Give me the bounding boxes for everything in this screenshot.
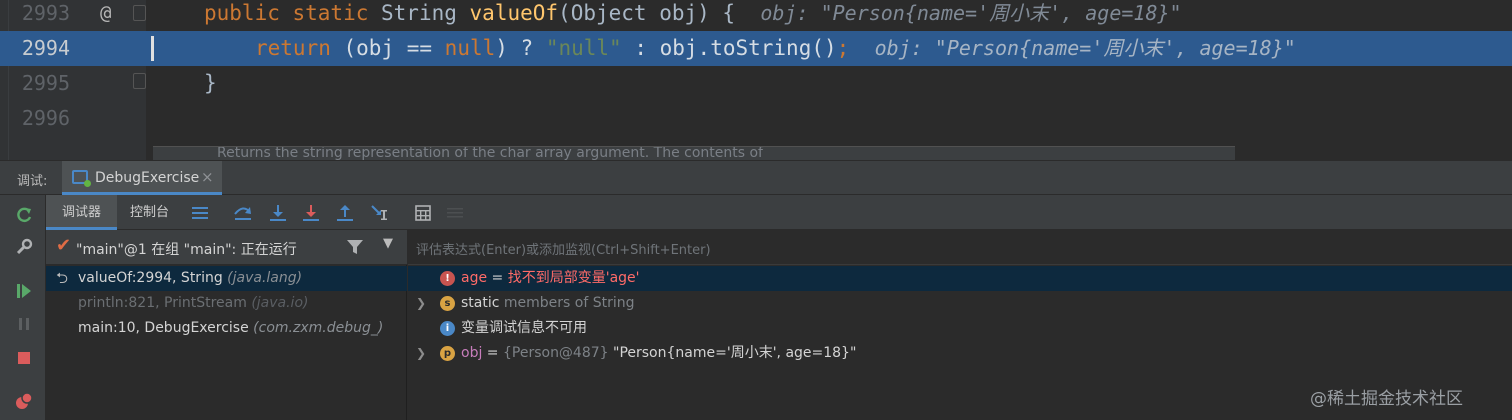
code-text: } bbox=[204, 71, 217, 95]
tab-debug-exercise[interactable]: DebugExercise × bbox=[62, 161, 222, 195]
doc-tooltip: Returns the string representation of the… bbox=[153, 146, 1235, 160]
variable-row-info: i 变量调试信息不可用 bbox=[408, 316, 1512, 341]
expand-arrow-icon[interactable]: ❯ bbox=[416, 341, 426, 366]
variable-row-static[interactable]: ❯ s static members of String bbox=[408, 291, 1512, 316]
code-line-2993[interactable]: 2993 @ public static String valueOf(Obje… bbox=[0, 0, 1512, 31]
fold-end-icon[interactable] bbox=[133, 73, 146, 89]
info-icon: i bbox=[440, 321, 455, 336]
menu-lines-icon[interactable] bbox=[189, 202, 211, 224]
resume-icon[interactable] bbox=[13, 280, 35, 302]
force-step-into-icon[interactable] bbox=[300, 202, 322, 224]
line-number: 2995 bbox=[21, 71, 70, 95]
code-line-2996[interactable]: 2996 bbox=[0, 101, 1512, 136]
line-number: 2993 bbox=[21, 1, 70, 25]
text-caret bbox=[151, 36, 154, 61]
evaluate-expression-icon[interactable] bbox=[412, 202, 434, 224]
tab-debugger[interactable]: 调试器 bbox=[46, 195, 118, 230]
evaluate-expression-input[interactable]: 评估表达式(Enter)或添加监视(Ctrl+Shift+Enter) bbox=[408, 230, 1512, 265]
chevron-down-icon[interactable]: ▼ bbox=[383, 236, 393, 251]
debug-label: 调试: bbox=[17, 174, 48, 189]
step-over-icon[interactable] bbox=[232, 202, 254, 224]
trace-lines-icon[interactable] bbox=[444, 202, 466, 224]
fold-icon[interactable] bbox=[133, 5, 146, 21]
check-icon: ✔ bbox=[56, 235, 72, 256]
frames-panel: ✔ "main"@1 在组 "main": 正在运行 ▼ ⮌ valueOf:2… bbox=[46, 230, 407, 420]
stack-frame[interactable]: ⮌ valueOf:2994, String (java.lang) bbox=[46, 266, 407, 291]
view-breakpoints-icon[interactable] bbox=[13, 390, 35, 412]
override-marker-icon[interactable]: @ bbox=[100, 0, 111, 31]
static-icon: s bbox=[440, 296, 455, 311]
stack-frame[interactable]: println:821, PrintStream (java.io) bbox=[46, 291, 407, 316]
settings-wrench-icon[interactable] bbox=[13, 236, 35, 258]
thread-label: "main"@1 在组 "main": 正在运行 bbox=[76, 242, 297, 258]
filter-icon[interactable] bbox=[346, 238, 364, 256]
expand-arrow-icon[interactable]: ❯ bbox=[416, 291, 426, 316]
rerun-icon[interactable] bbox=[13, 204, 35, 226]
error-icon: ! bbox=[440, 271, 455, 286]
debug-side-toolbar bbox=[0, 195, 46, 420]
tab-console[interactable]: 控制台 bbox=[114, 195, 185, 230]
step-into-icon[interactable] bbox=[267, 202, 289, 224]
return-arrow-icon: ⮌ bbox=[56, 269, 69, 287]
code-editor[interactable]: 2993 @ public static String valueOf(Obje… bbox=[0, 0, 1512, 160]
line-number: 2994 bbox=[21, 36, 70, 60]
run-config-icon bbox=[72, 170, 91, 187]
step-out-icon[interactable] bbox=[334, 202, 356, 224]
line-number: 2996 bbox=[21, 106, 70, 130]
thread-selector[interactable]: ✔ "main"@1 在组 "main": 正在运行 ▼ bbox=[46, 230, 407, 265]
stack-frame[interactable]: main:10, DebugExercise (com.zxm.debug_) bbox=[46, 316, 407, 341]
variable-row-obj[interactable]: ❯ p obj = {Person@487} "Person{name='周小末… bbox=[408, 341, 1512, 366]
code-line-2994-current[interactable]: 2994 return (obj == null) ? "null" : obj… bbox=[0, 31, 1512, 66]
inline-value-hint: obj: "Person{name='周小末', age=18}" bbox=[760, 1, 1182, 25]
debug-tool-window-header: 调试: DebugExercise × bbox=[0, 160, 1512, 195]
watermark: @稀土掘金技术社区 bbox=[1310, 389, 1463, 409]
variable-row-age[interactable]: ! age = 找不到局部变量'age' bbox=[408, 266, 1512, 291]
debugger-toolbar: 调试器 控制台 bbox=[46, 195, 1512, 230]
run-to-cursor-icon[interactable] bbox=[369, 202, 391, 224]
pause-icon[interactable] bbox=[13, 313, 35, 335]
code-text: return (obj == null) ? "null" : obj.toSt… bbox=[255, 36, 1296, 60]
code-text: public static String valueOf(Object obj)… bbox=[204, 1, 1182, 25]
inline-value-hint: obj: "Person{name='周小末', age=18}" bbox=[874, 36, 1296, 60]
parameter-icon: p bbox=[440, 346, 455, 361]
close-icon[interactable]: × bbox=[201, 168, 214, 186]
code-line-2995[interactable]: 2995 } bbox=[0, 66, 1512, 101]
stop-icon[interactable] bbox=[13, 347, 35, 369]
tab-label: DebugExercise bbox=[95, 170, 200, 186]
